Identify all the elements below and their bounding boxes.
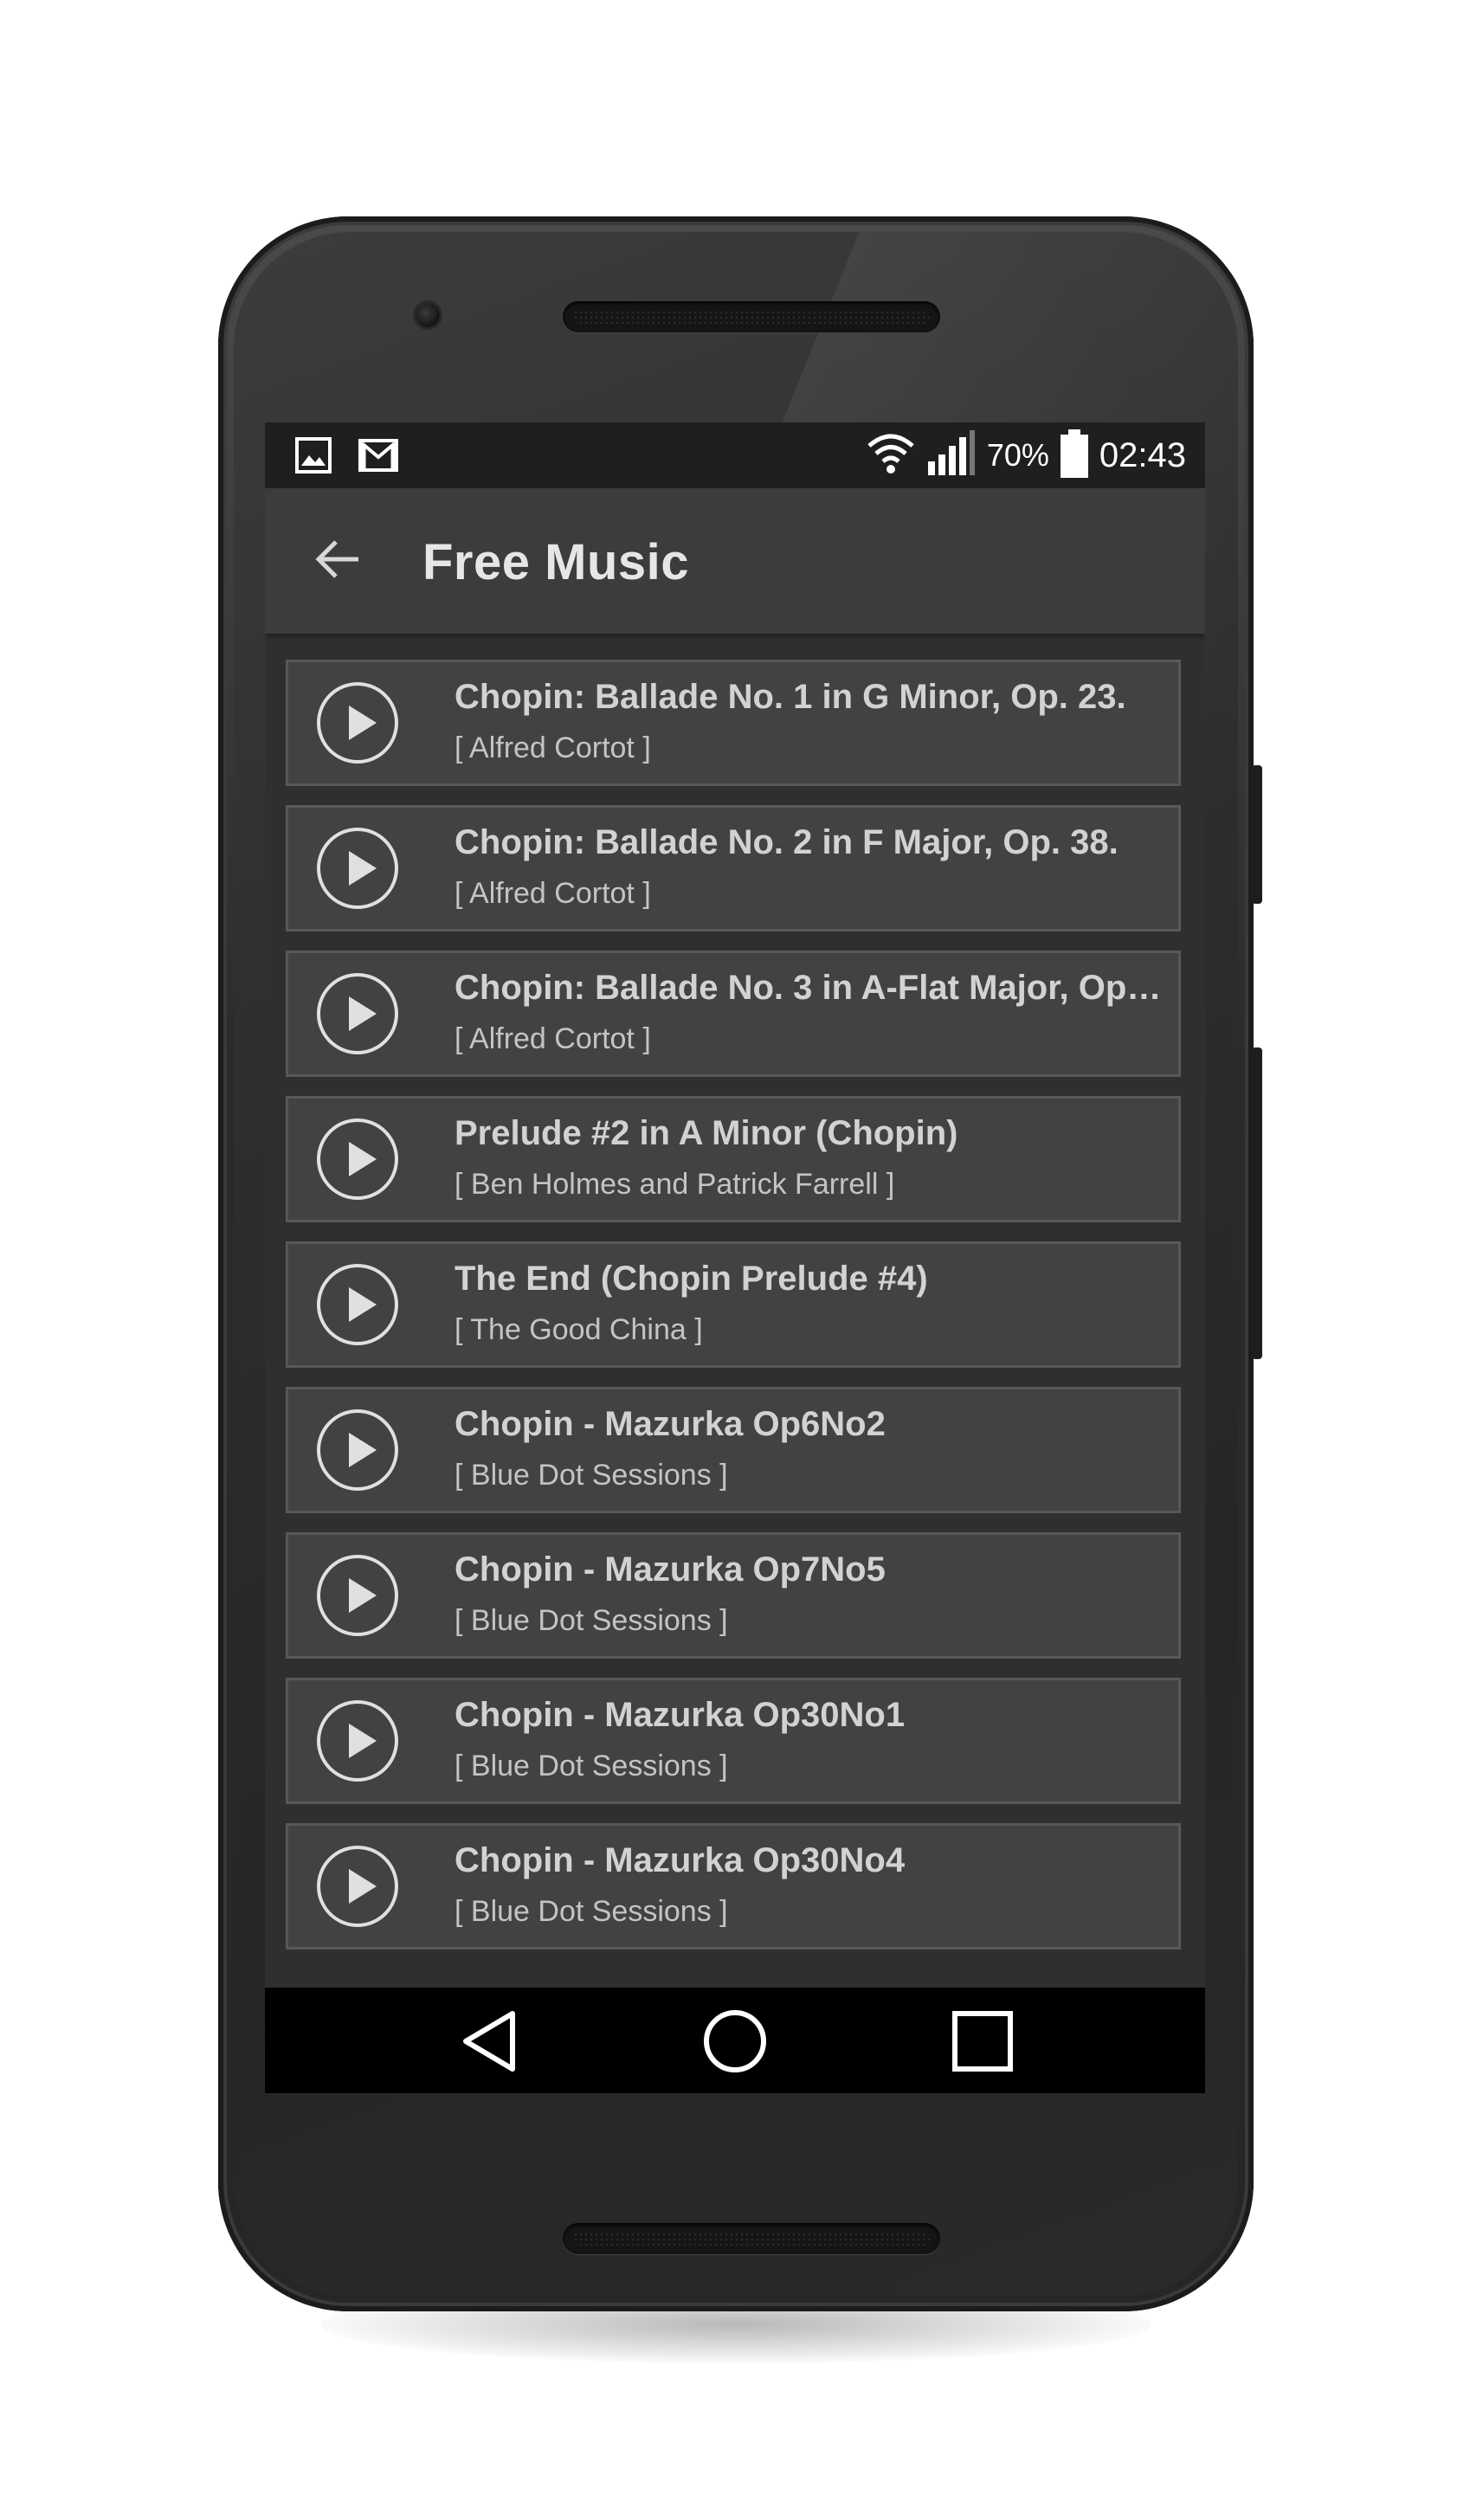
play-circle-icon[interactable] <box>316 972 399 1055</box>
track-item[interactable]: Chopin: Ballade No. 1 in G Minor, Op. 23… <box>286 660 1181 786</box>
track-title: Chopin: Ballade No. 3 in A-Flat Major, O… <box>455 969 1164 1007</box>
track-title: Chopin - Mazurka Op6No2 <box>455 1405 886 1443</box>
track-title: Prelude #2 in A Minor (Chopin) <box>455 1114 958 1152</box>
track-artist: [ Blue Dot Sessions ] <box>455 1750 728 1782</box>
nav-back-icon[interactable] <box>457 2007 526 2076</box>
track-artist: [ Blue Dot Sessions ] <box>455 1459 728 1492</box>
track-item[interactable]: Chopin - Mazurka Op30No1 [ Blue Dot Sess… <box>286 1678 1181 1804</box>
back-button[interactable] <box>308 532 367 590</box>
track-list: Chopin: Ballade No. 1 in G Minor, Op. 23… <box>286 660 1184 1969</box>
nav-recents-icon[interactable] <box>948 2007 1017 2076</box>
play-circle-icon[interactable] <box>316 1408 399 1492</box>
play-circle-icon[interactable] <box>316 1554 399 1637</box>
page-title: Free Music <box>422 534 689 590</box>
power-button <box>1252 765 1262 904</box>
track-item[interactable]: Chopin - Mazurka Op6No2 [ Blue Dot Sessi… <box>286 1387 1181 1513</box>
track-artist: [ Alfred Cortot ] <box>455 732 651 764</box>
track-title: The End (Chopin Prelude #4) <box>455 1260 928 1298</box>
system-status: 70% 02:43 <box>866 422 1186 488</box>
arrow-back-icon <box>313 535 362 588</box>
track-item[interactable]: Chopin - Mazurka Op7No5 [ Blue Dot Sessi… <box>286 1532 1181 1659</box>
track-title: Chopin: Ballade No. 1 in G Minor, Op. 23… <box>455 678 1126 716</box>
battery-icon <box>1060 429 1089 482</box>
top-speaker-grille <box>563 301 940 332</box>
play-circle-icon[interactable] <box>316 1263 399 1346</box>
gmail-icon <box>358 436 398 479</box>
page: 70% 02:43 Free Music Chopin: Ballade No.… <box>0 0 1470 2520</box>
cell-signal-icon <box>926 429 977 481</box>
track-artist: [ Alfred Cortot ] <box>455 877 651 910</box>
play-circle-icon[interactable] <box>316 681 399 764</box>
battery-percent: 70% <box>986 437 1049 473</box>
phone-screen: 70% 02:43 Free Music Chopin: Ballade No.… <box>265 422 1205 2093</box>
navigation-bar <box>265 1988 1205 2093</box>
play-circle-icon[interactable] <box>316 1118 399 1201</box>
track-item[interactable]: Chopin: Ballade No. 2 in F Major, Op. 38… <box>286 805 1181 931</box>
track-artist: [ Ben Holmes and Patrick Farrell ] <box>455 1168 895 1201</box>
track-artist: [ Blue Dot Sessions ] <box>455 1604 728 1637</box>
volume-rocker <box>1252 1047 1262 1359</box>
track-title: Chopin: Ballade No. 2 in F Major, Op. 38… <box>455 823 1119 861</box>
track-title: Chopin - Mazurka Op30No1 <box>455 1696 906 1734</box>
play-circle-icon[interactable] <box>316 827 399 910</box>
track-title: Chopin - Mazurka Op30No4 <box>455 1841 906 1879</box>
track-artist: [ Alfred Cortot ] <box>455 1022 651 1055</box>
clock: 02:43 <box>1099 435 1186 474</box>
nav-home-icon[interactable] <box>700 2007 770 2076</box>
play-circle-icon[interactable] <box>316 1699 399 1782</box>
status-bar: 70% 02:43 <box>265 422 1205 488</box>
track-item[interactable]: Chopin: Ballade No. 3 in A-Flat Major, O… <box>286 951 1181 1077</box>
track-artist: [ The Good China ] <box>455 1313 703 1346</box>
track-item[interactable]: The End (Chopin Prelude #4) [ The Good C… <box>286 1241 1181 1368</box>
track-item[interactable]: Prelude #2 in A Minor (Chopin) [ Ben Hol… <box>286 1096 1181 1222</box>
app-bar: Free Music <box>265 488 1205 634</box>
image-icon <box>294 436 332 479</box>
wifi-icon <box>866 432 916 480</box>
bottom-speaker-grille <box>563 2223 940 2254</box>
track-item[interactable]: Chopin - Mazurka Op30No4 [ Blue Dot Sess… <box>286 1823 1181 1950</box>
track-artist: [ Blue Dot Sessions ] <box>455 1895 728 1928</box>
play-circle-icon[interactable] <box>316 1845 399 1928</box>
track-title: Chopin - Mazurka Op7No5 <box>455 1550 886 1589</box>
front-camera <box>416 303 440 327</box>
notification-icons <box>294 436 398 479</box>
